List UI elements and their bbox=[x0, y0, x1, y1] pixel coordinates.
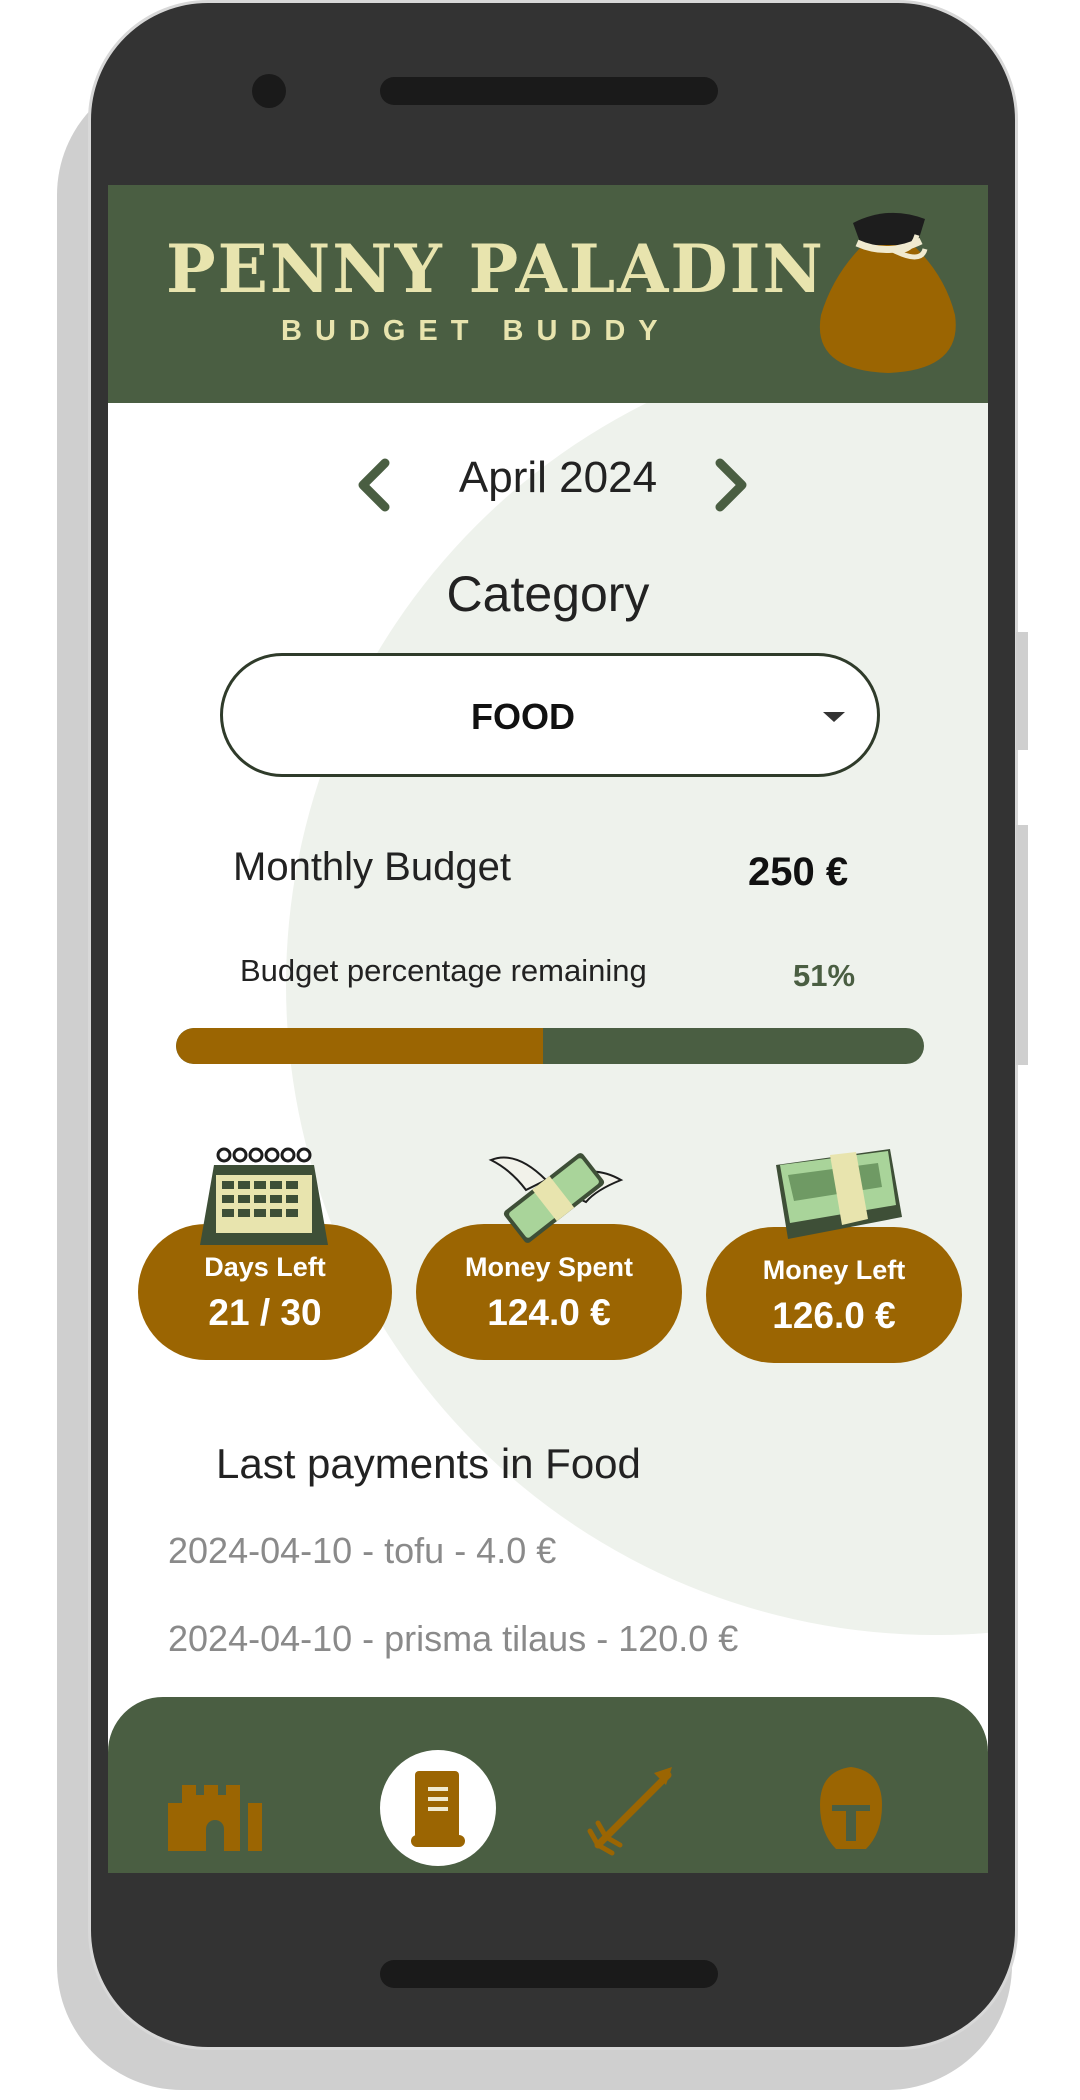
flying-money-icon bbox=[488, 1153, 624, 1243]
days-left-label: Days Left bbox=[204, 1252, 326, 1282]
power-button bbox=[1016, 825, 1028, 1065]
castle-icon[interactable] bbox=[160, 1755, 270, 1865]
money-left-card: Money Left 126.0 € bbox=[706, 1135, 962, 1363]
volume-button bbox=[1016, 632, 1028, 750]
app-screen: PENNY PALADIN BUDGET BUDDY April 2024 Ca… bbox=[108, 185, 988, 1873]
app-header: PENNY PALADIN BUDGET BUDDY bbox=[108, 185, 988, 403]
budget-percentage-label: Budget percentage remaining bbox=[240, 953, 647, 988]
front-camera bbox=[252, 74, 286, 108]
app-subtitle: BUDGET BUDDY bbox=[281, 315, 671, 347]
calendar-icon bbox=[200, 1147, 328, 1245]
budget-progress-fill bbox=[176, 1028, 543, 1064]
next-month-chevron-icon[interactable] bbox=[706, 455, 756, 515]
caret-down-icon bbox=[823, 712, 845, 722]
previous-month-chevron-icon[interactable] bbox=[351, 455, 401, 515]
payment-item[interactable]: 2024-04-10 - tofu - 4.0 € bbox=[168, 1530, 556, 1572]
home-indicator bbox=[380, 1960, 718, 1988]
payment-item[interactable]: 2024-04-10 - prisma tilaus - 120.0 € bbox=[168, 1618, 738, 1660]
money-left-label: Money Left bbox=[762, 1255, 906, 1285]
days-left-card: Days Left 21 / 30 bbox=[138, 1145, 392, 1360]
money-bag-logo-icon bbox=[819, 212, 956, 373]
money-left-pill: Money Left 126.0 € bbox=[706, 1227, 962, 1363]
money-stack-icon bbox=[776, 1149, 902, 1239]
money-left-value: 126.0 € bbox=[772, 1295, 896, 1336]
monthly-budget-value: 250 € bbox=[748, 850, 849, 894]
budget-percentage-value: 51% bbox=[793, 958, 856, 993]
category-dropdown[interactable]: FOOD bbox=[220, 653, 880, 777]
scroll-icon[interactable] bbox=[383, 1753, 493, 1863]
days-left-value: 21 / 30 bbox=[208, 1292, 322, 1333]
monthly-budget-label: Monthly Budget bbox=[233, 845, 511, 889]
arrow-icon[interactable] bbox=[580, 1753, 690, 1863]
category-title: Category bbox=[446, 566, 650, 622]
helmet-icon[interactable] bbox=[796, 1753, 906, 1863]
payments-title: Last payments in Food bbox=[216, 1440, 641, 1487]
earpiece-speaker bbox=[380, 77, 718, 105]
category-selected-value: FOOD bbox=[471, 696, 575, 737]
app-title: PENNY PALADIN bbox=[166, 230, 825, 308]
money-spent-label: Money Spent bbox=[464, 1252, 633, 1282]
money-spent-card: Money Spent 124.0 € bbox=[416, 1140, 682, 1360]
month-label: April 2024 bbox=[458, 453, 658, 502]
device-stage: PENNY PALADIN BUDGET BUDDY April 2024 Ca… bbox=[0, 0, 1080, 2100]
money-spent-value: 124.0 € bbox=[487, 1292, 611, 1333]
budget-progress-bar bbox=[176, 1028, 924, 1064]
